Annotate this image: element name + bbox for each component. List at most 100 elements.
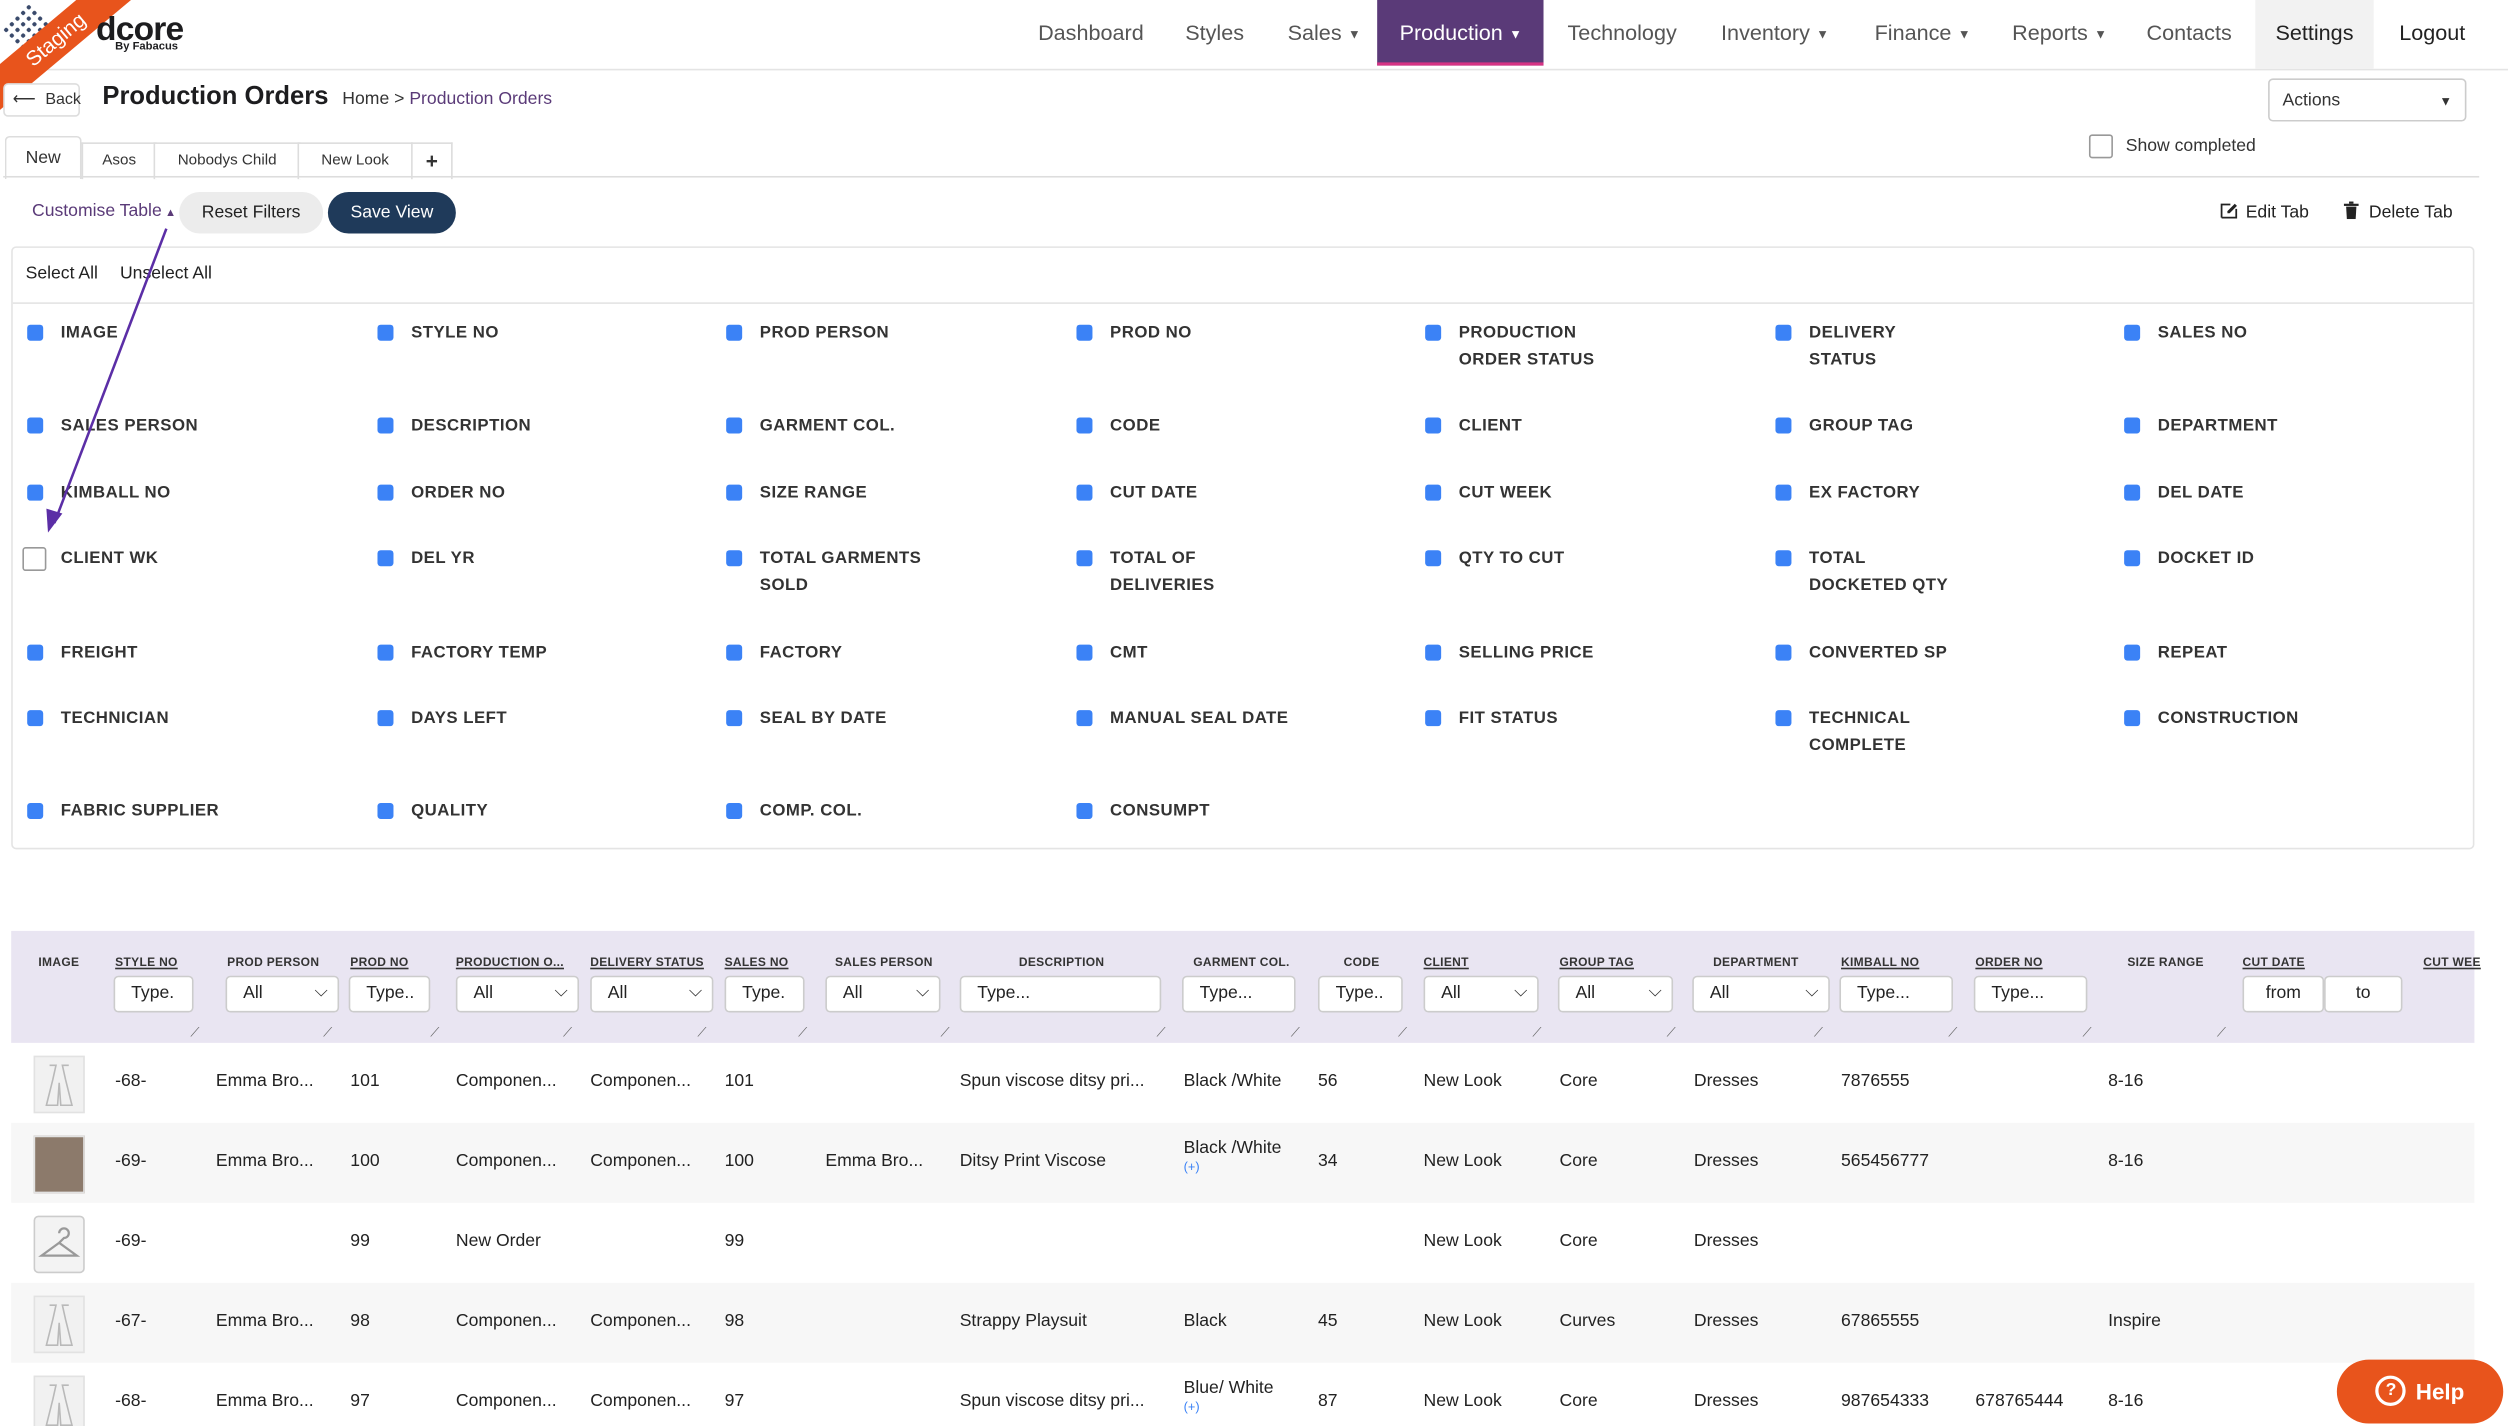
select-all-link[interactable]: Select All (26, 264, 98, 283)
col-header-style-no[interactable]: STYLE NO (115, 955, 178, 969)
col-header-group-tag[interactable]: GROUP TAG (1560, 955, 1634, 969)
checkbox-checked-icon[interactable] (27, 802, 44, 819)
checkbox-checked-icon[interactable] (1775, 550, 1792, 567)
resize-handle-icon[interactable]: ⟋ (2083, 1026, 2096, 1040)
checkbox-checked-icon[interactable] (2124, 484, 2141, 501)
tab-new[interactable]: New (4, 135, 82, 180)
checkbox-checked-icon[interactable] (1076, 802, 1093, 819)
filter-prod-person[interactable]: All ⌵ (225, 975, 340, 1013)
column-option[interactable]: MANUAL SEAL DATE (1076, 705, 1300, 732)
checkbox-checked-icon[interactable] (726, 417, 743, 434)
column-option[interactable]: ORDER NO (377, 480, 697, 507)
column-option[interactable]: DESCRIPTION (377, 413, 697, 440)
unselect-all-link[interactable]: Unselect All (120, 264, 212, 283)
reset-filters-button[interactable]: Reset Filters (179, 191, 324, 234)
filter-department[interactable]: All ⌵ (1692, 975, 1830, 1013)
hanger-placeholder-icon[interactable] (33, 1215, 85, 1274)
column-option[interactable]: PROD PERSON (726, 320, 950, 347)
filter-code[interactable]: Type.. (1317, 975, 1403, 1013)
column-option[interactable]: FACTORY (726, 640, 950, 667)
filter-description[interactable]: Type... (959, 975, 1162, 1013)
filter-group-tag[interactable]: All ⌵ (1557, 975, 1674, 1013)
column-option[interactable]: CUT DATE (1076, 480, 1300, 507)
column-option[interactable]: STYLE NO (377, 320, 697, 347)
column-option[interactable]: QUALITY (377, 798, 697, 825)
nav-dashboard[interactable]: Dashboard (1038, 0, 1144, 69)
table-row[interactable]: -68- Emma Bro... 101 Componen... Componen...… (11, 1043, 2474, 1123)
checkbox-checked-icon[interactable] (1076, 484, 1093, 501)
filter-prod-no[interactable]: Type.. (348, 975, 431, 1013)
resize-handle-icon[interactable]: ⟋ (430, 1026, 443, 1040)
nav-logout[interactable]: Logout (2399, 0, 2465, 69)
checkbox-checked-icon[interactable] (1076, 324, 1093, 341)
column-option[interactable]: DAYS LEFT (377, 705, 697, 732)
checkbox-checked-icon[interactable] (2124, 417, 2141, 434)
resize-handle-icon[interactable]: ⟋ (697, 1026, 710, 1040)
column-option[interactable]: COMP. COL. (726, 798, 950, 825)
col-header-sales-no[interactable]: SALES NO (725, 955, 789, 969)
column-option[interactable]: SALES PERSON (27, 413, 347, 440)
checkbox-checked-icon[interactable] (1425, 644, 1442, 661)
column-option[interactable]: DELIVERY STATUS (1775, 320, 1967, 374)
resize-handle-icon[interactable]: ⟋ (941, 1026, 954, 1040)
column-option[interactable]: REPEAT (2124, 640, 2444, 667)
show-completed-toggle[interactable]: Show completed (2088, 134, 2256, 159)
checkbox-checked-icon[interactable] (1775, 417, 1792, 434)
checkbox-checked-icon[interactable] (377, 550, 394, 567)
resize-handle-icon[interactable]: ⟋ (1532, 1026, 1545, 1040)
resize-handle-icon[interactable]: ⟋ (1948, 1026, 1961, 1040)
checkbox-checked-icon[interactable] (27, 417, 44, 434)
resize-handle-icon[interactable]: ⟋ (190, 1026, 203, 1040)
customise-table-toggle[interactable]: Customise Table ▲ (32, 202, 176, 221)
column-option[interactable]: TECHNICIAN (27, 705, 347, 732)
column-option[interactable]: FIT STATUS (1425, 705, 1617, 732)
column-option[interactable]: CONVERTED SP (1775, 640, 1967, 667)
checkbox-checked-icon[interactable] (1775, 644, 1792, 661)
column-option[interactable]: CMT (1076, 640, 1300, 667)
delete-tab-button[interactable]: Delete Tab (2343, 201, 2453, 222)
column-option[interactable]: PROD NO (1076, 320, 1300, 347)
checkbox-checked-icon[interactable] (1775, 710, 1792, 727)
tab-new-look[interactable]: New Look (297, 142, 413, 180)
column-option[interactable]: DEL YR (377, 545, 697, 572)
column-option[interactable]: CONSUMPT (1076, 798, 1300, 825)
actions-dropdown[interactable]: Actions ▼ (2268, 78, 2467, 122)
nav-contacts[interactable]: Contacts (2147, 0, 2232, 69)
col-header-kimball-no[interactable]: KIMBALL NO (1841, 955, 1919, 969)
checkbox-icon[interactable] (2088, 134, 2113, 159)
column-option[interactable]: TOTAL OF DELIVERIES (1076, 545, 1300, 599)
checkbox-checked-icon[interactable] (726, 550, 743, 567)
filter-cut-date-to[interactable]: to (2324, 975, 2403, 1013)
checkbox-checked-icon[interactable] (726, 802, 743, 819)
checkbox-checked-icon[interactable] (27, 324, 44, 341)
checkbox-checked-icon[interactable] (1425, 324, 1442, 341)
column-option[interactable]: SEAL BY DATE (726, 705, 950, 732)
expand-colours-link[interactable]: (+) (1184, 1400, 1274, 1414)
checkbox-checked-icon[interactable] (726, 710, 743, 727)
checkbox-checked-icon[interactable] (2124, 550, 2141, 567)
checkbox-checked-icon[interactable] (1425, 417, 1442, 434)
column-option[interactable]: CODE (1076, 413, 1300, 440)
col-header-cut-date[interactable]: CUT DATE (2242, 955, 2304, 969)
checkbox-checked-icon[interactable] (1076, 417, 1093, 434)
column-option[interactable]: CUT WEEK (1425, 480, 1617, 507)
resize-handle-icon[interactable]: ⟋ (1667, 1026, 1680, 1040)
col-header-prod-no[interactable]: PROD NO (350, 955, 408, 969)
resize-handle-icon[interactable]: ⟋ (1814, 1026, 1827, 1040)
checkbox-checked-icon[interactable] (1076, 550, 1093, 567)
column-option[interactable]: PRODUCTION ORDER STATUS (1425, 320, 1617, 374)
filter-sales-person[interactable]: All ⌵ (825, 975, 941, 1013)
resize-handle-icon[interactable]: ⟋ (2217, 1026, 2230, 1040)
resize-handle-icon[interactable]: ⟋ (1398, 1026, 1411, 1040)
filter-order-no[interactable]: Type... (1973, 975, 2088, 1013)
checkbox-checked-icon[interactable] (1076, 644, 1093, 661)
checkbox-checked-icon[interactable] (1425, 550, 1442, 567)
column-option[interactable]: CLIENT WK (22, 545, 347, 572)
filter-cut-date-from[interactable]: from (2242, 975, 2325, 1013)
nav-styles[interactable]: Styles (1185, 0, 1244, 69)
checkbox-unchecked-icon[interactable] (22, 547, 47, 572)
checkbox-checked-icon[interactable] (27, 644, 44, 661)
table-row[interactable]: -69- Emma Bro... 100 Componen... Componen...… (11, 1122, 2475, 1203)
checkbox-checked-icon[interactable] (726, 324, 743, 341)
filter-garment-col[interactable]: Type... (1182, 975, 1296, 1013)
